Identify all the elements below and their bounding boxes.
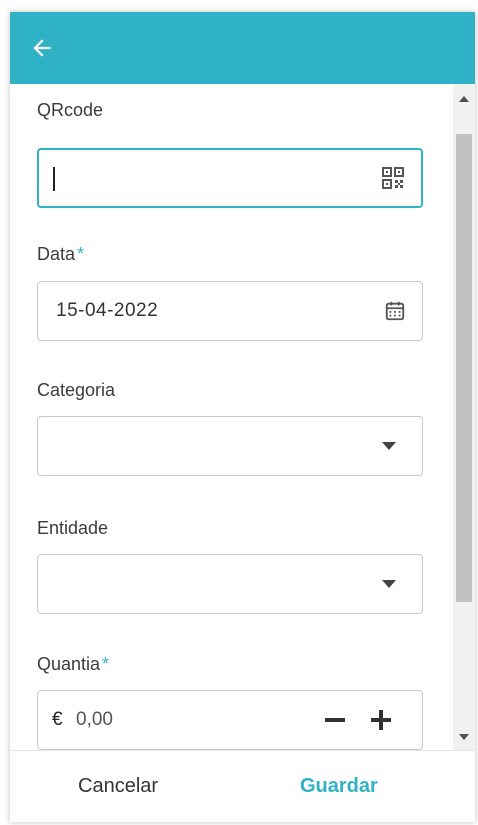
entidade-dropdown-toggle[interactable] xyxy=(382,580,396,588)
qrcode-label-text: QRcode xyxy=(37,100,104,120)
date-value: 15-04-2022 xyxy=(56,300,159,321)
date-picker-button[interactable] xyxy=(384,300,406,322)
quantia-label-text: Quantia xyxy=(37,654,101,674)
minus-icon xyxy=(325,718,345,722)
required-mark: * xyxy=(77,244,85,264)
qr-code-icon xyxy=(382,167,404,189)
entidade-label: Entidade xyxy=(37,518,108,539)
amount-value: 0,00 xyxy=(76,709,113,730)
categoria-label: Categoria xyxy=(37,380,115,401)
quantia-input[interactable]: € 0,00 xyxy=(37,690,423,750)
scroll-down-arrow-icon xyxy=(459,734,469,740)
dropdown-arrow-icon xyxy=(382,580,396,588)
expense-dialog: QRcode Data * 15-04-2022 Categoria Entid… xyxy=(10,12,475,822)
scroll-up-button[interactable] xyxy=(453,90,475,108)
app-bar xyxy=(10,12,475,84)
categoria-select[interactable] xyxy=(37,416,423,476)
entidade-label-text: Entidade xyxy=(37,518,109,538)
form-scroll-area: QRcode Data * 15-04-2022 Categoria Entid… xyxy=(10,84,475,750)
arrow-left-icon xyxy=(33,39,51,57)
text-caret xyxy=(53,167,55,191)
entidade-select[interactable] xyxy=(37,554,423,614)
categoria-label-text: Categoria xyxy=(37,380,116,400)
scroll-up-arrow-icon xyxy=(459,96,469,102)
dialog-footer: Cancelar Guardar xyxy=(10,750,475,822)
vertical-scrollbar[interactable] xyxy=(453,84,475,750)
cancel-button[interactable]: Cancelar xyxy=(78,775,158,798)
calendar-icon xyxy=(385,301,405,321)
scrollbar-thumb[interactable] xyxy=(456,134,472,602)
plus-icon xyxy=(371,710,391,730)
currency-symbol: € xyxy=(52,709,63,730)
back-button[interactable] xyxy=(24,30,60,66)
quantia-label: Quantia * xyxy=(37,654,109,675)
save-button[interactable]: Guardar xyxy=(300,775,378,798)
dropdown-arrow-icon xyxy=(382,442,396,450)
qr-scan-button[interactable] xyxy=(381,166,405,190)
data-label: Data * xyxy=(37,244,84,265)
increment-button[interactable] xyxy=(366,705,396,735)
data-label-text: Data xyxy=(37,244,76,264)
qrcode-label: QRcode xyxy=(37,100,103,121)
scroll-down-button[interactable] xyxy=(453,728,475,746)
decrement-button[interactable] xyxy=(320,705,350,735)
categoria-dropdown-toggle[interactable] xyxy=(382,442,396,450)
required-mark: * xyxy=(102,654,110,674)
qrcode-input[interactable] xyxy=(37,148,423,208)
date-field[interactable]: 15-04-2022 xyxy=(37,281,423,341)
